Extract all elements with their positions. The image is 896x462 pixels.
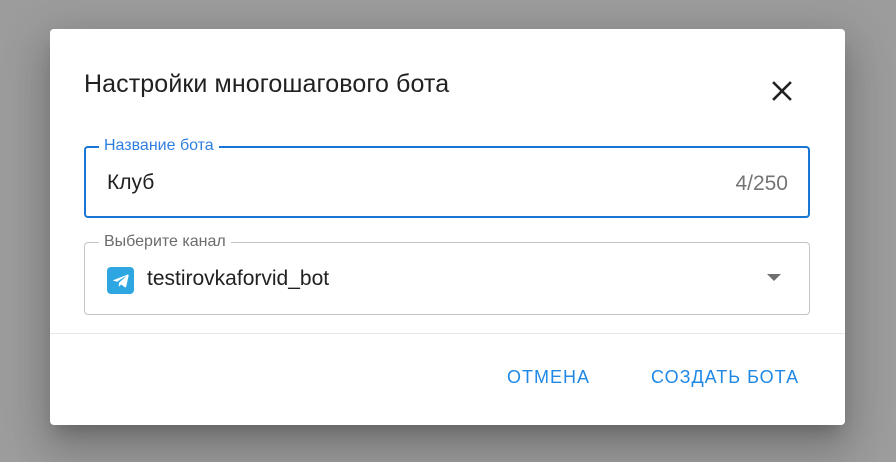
telegram-icon	[107, 267, 134, 294]
bot-name-input[interactable]: Клуб	[107, 171, 154, 195]
close-icon	[764, 73, 800, 109]
bot-name-label: Название бота	[99, 137, 219, 155]
actions-divider	[50, 333, 845, 334]
channel-select-label: Выберите канал	[99, 233, 231, 251]
cancel-button[interactable]: ОТМЕНА	[507, 367, 590, 388]
channel-select[interactable]: Выберите канал testirovkaforvid_bot	[84, 233, 810, 315]
close-button[interactable]	[764, 73, 800, 109]
create-bot-button[interactable]: СОЗДАТЬ БОТА	[651, 367, 799, 388]
bot-settings-dialog: Настройки многошагового бота Название бо…	[50, 29, 845, 425]
bot-name-field[interactable]: Название бота Клуб 4/250	[84, 137, 810, 218]
dialog-title: Настройки многошагового бота	[84, 70, 450, 98]
channel-select-value: testirovkaforvid_bot	[147, 267, 330, 290]
character-counter: 4/250	[735, 172, 788, 195]
dropdown-arrow-icon[interactable]	[767, 274, 781, 281]
